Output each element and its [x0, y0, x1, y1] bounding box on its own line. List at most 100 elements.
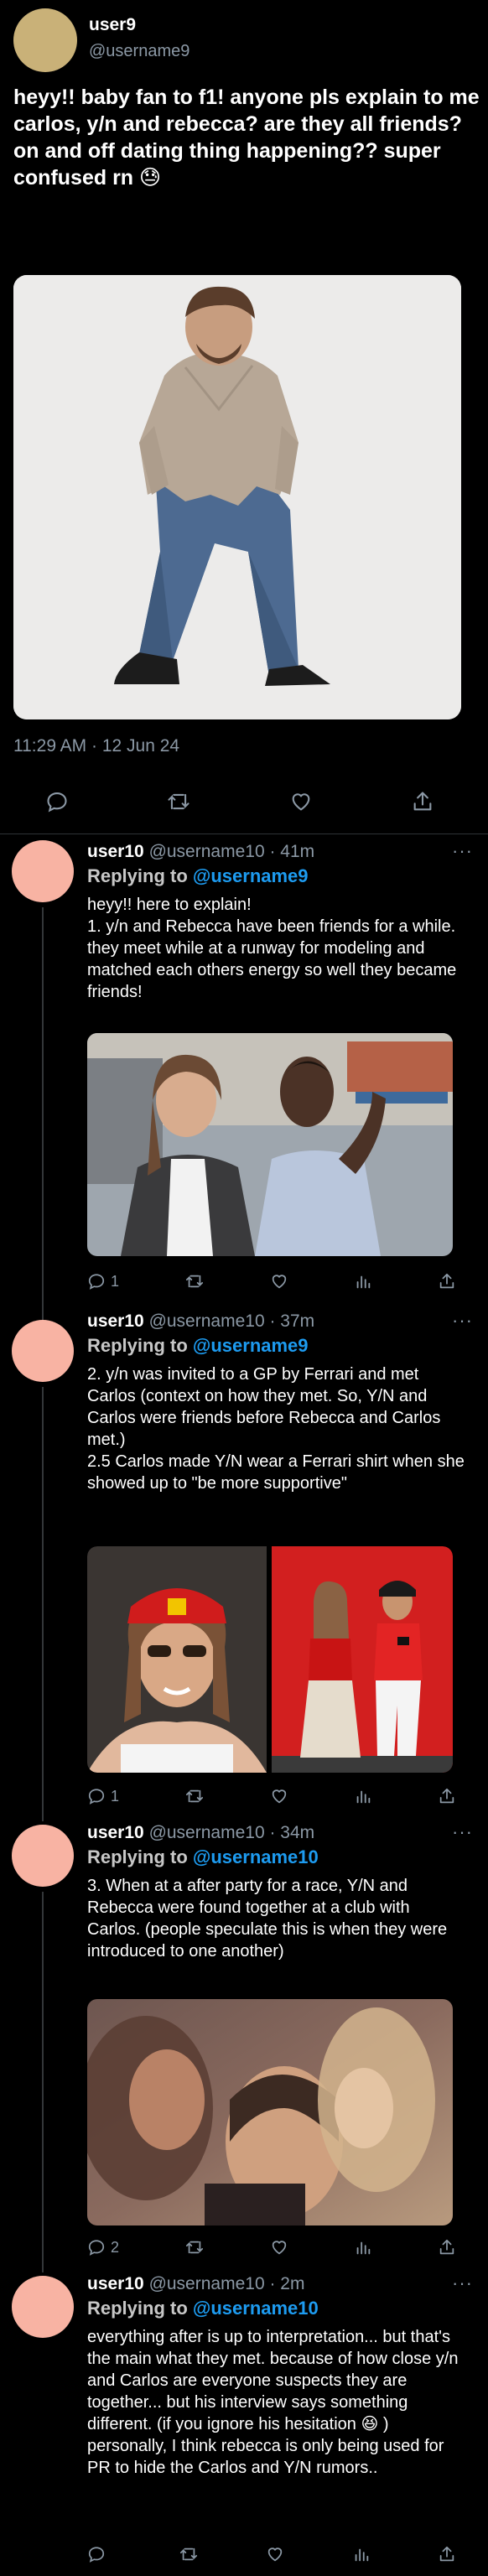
reply-text: 3. When at a after party for a race, Y/N… [87, 1875, 466, 1962]
thread-line [42, 907, 44, 1325]
more-icon[interactable]: ··· [452, 1821, 473, 1843]
reply-icon [88, 2547, 105, 2563]
user-avatar[interactable] [13, 8, 77, 72]
like-button[interactable] [270, 1270, 288, 1293]
retweet-icon [185, 1789, 204, 1803]
reply-display-name[interactable]: user10 [87, 842, 144, 861]
share-button[interactable] [438, 2236, 456, 2259]
display-name[interactable]: user9 [89, 15, 136, 35]
reply-avatar[interactable] [12, 840, 74, 902]
reply-icon[interactable] [42, 787, 72, 817]
main-tweet: user9 @username9 heyy!! baby fan to f1! … [0, 0, 488, 834]
more-icon[interactable]: ··· [452, 840, 473, 862]
tweet-photo[interactable] [13, 275, 461, 719]
reply-avatar[interactable] [12, 1320, 74, 1382]
reply-text-line: everything after is up to interpretation… [87, 2328, 459, 2433]
tweet-timestamp[interactable]: 11:29 AM · 12 Jun 24 [13, 736, 179, 756]
like-button[interactable] [266, 2542, 284, 2566]
reply-avatar[interactable] [12, 2276, 74, 2338]
mention-link[interactable]: @username9 [193, 1335, 309, 1356]
retweet-icon[interactable] [164, 787, 194, 817]
reply-count: 1 [111, 1787, 120, 1805]
share-icon [439, 1788, 454, 1804]
reply-text: 2. y/n was invited to a GP by Ferrari an… [87, 1363, 466, 1494]
reply-text-line: 2. y/n was invited to a GP by Ferrari an… [87, 1365, 441, 1449]
reply-actions [87, 2542, 456, 2566]
retweet-button[interactable] [184, 1270, 205, 1293]
analytics-icon [356, 2241, 371, 2255]
reply-display-name[interactable]: user10 [87, 1823, 144, 1842]
mention-link[interactable]: @username10 [193, 1846, 319, 1867]
reply-meta: @username10 · 41m [148, 842, 315, 861]
replying-to-label: Replying to [87, 2298, 193, 2319]
reply-text-line: 3. When at a after party for a race, Y/N… [87, 1877, 448, 1961]
reply-icon [88, 1274, 105, 1290]
thread-line [42, 1892, 44, 2272]
reply-photo[interactable] [87, 1033, 453, 1256]
analytics-button[interactable] [354, 2236, 372, 2259]
more-icon[interactable]: ··· [452, 2272, 473, 2294]
share-button[interactable] [438, 1784, 456, 1808]
reply-display-name[interactable]: user10 [87, 1311, 144, 1331]
reply-icon [88, 1789, 105, 1805]
reply-button[interactable]: 1 [87, 1270, 119, 1293]
analytics-button[interactable] [352, 2542, 371, 2566]
tweet-text: heyy!! baby fan to f1! anyone pls explai… [13, 84, 480, 191]
analytics-button[interactable] [354, 1784, 372, 1808]
like-icon [267, 2547, 283, 2562]
tweet-text-body: heyy!! baby fan to f1! anyone pls explai… [13, 86, 480, 190]
share-icon [439, 1273, 454, 1289]
share-button[interactable] [438, 1270, 456, 1293]
reply-avatar[interactable] [12, 1825, 74, 1887]
reply-header: user10 @username10 · 2m [87, 2274, 304, 2294]
share-button[interactable] [438, 2542, 456, 2566]
like-button[interactable] [270, 2236, 288, 2259]
mention-link[interactable]: @username9 [193, 865, 309, 886]
reply-tweet: user10 @username10 · 37m ··· Replying to… [0, 1303, 488, 1821]
retweet-icon [185, 2241, 204, 2254]
photo-two-friends [87, 1033, 453, 1256]
reply-button[interactable] [87, 2542, 111, 2566]
replying-to-label: Replying to [87, 1335, 193, 1356]
like-button[interactable] [270, 1784, 288, 1808]
reply-count: 1 [111, 1272, 120, 1290]
reply-icon [88, 2240, 105, 2256]
replying-to: Replying to @username10 [87, 1846, 319, 1868]
retweet-icon [185, 1275, 204, 1288]
mention-link[interactable]: @username10 [193, 2298, 319, 2319]
photo-woman-ferrari-cap [87, 1546, 267, 1773]
retweet-button[interactable] [179, 2542, 199, 2566]
share-icon[interactable] [408, 787, 438, 817]
reply-button[interactable]: 2 [87, 2236, 119, 2259]
retweet-button[interactable] [184, 1784, 205, 1808]
reply-tweet: user10 @username10 · 41m ··· Replying to… [0, 834, 488, 1325]
reply-actions: 1 [87, 1784, 456, 1808]
reply-text-line: 2.5 Carlos made Y/N wear a Ferrari shirt… [87, 1452, 465, 1493]
replying-to: Replying to @username10 [87, 2298, 319, 2319]
reply-count: 2 [111, 2238, 120, 2256]
reply-tweet: user10 @username10 · 34m ··· Replying to… [0, 1816, 488, 2272]
thread-line [42, 1387, 44, 1821]
reply-photo[interactable] [272, 1546, 453, 1773]
reply-meta: @username10 · 2m [148, 2274, 305, 2293]
replying-to-label: Replying to [87, 1846, 193, 1867]
reply-display-name[interactable]: user10 [87, 2274, 144, 2293]
reply-meta: @username10 · 37m [148, 1311, 315, 1331]
like-icon[interactable] [286, 787, 316, 817]
reply-photo[interactable] [87, 1546, 267, 1773]
replying-to-label: Replying to [87, 865, 193, 886]
reply-photo[interactable] [87, 1999, 453, 2225]
reply-tweet: user10 @username10 · 2m ··· Replying to … [0, 2267, 488, 2576]
analytics-button[interactable] [354, 1270, 372, 1293]
user-handle[interactable]: @username9 [89, 42, 189, 61]
retweet-button[interactable] [184, 2236, 205, 2259]
photo-couple-red-wall [272, 1546, 453, 1773]
more-icon[interactable]: ··· [452, 1310, 473, 1332]
sweat-emoji: 😓 [139, 166, 162, 190]
reply-button[interactable]: 1 [87, 1784, 119, 1808]
reply-text-line: personally, I think rebecca is only bein… [87, 2437, 444, 2477]
photo-man-standing [13, 275, 461, 719]
analytics-icon [355, 2548, 368, 2562]
like-icon [272, 1789, 287, 1804]
reply-header: user10 @username10 · 37m [87, 1311, 314, 1332]
